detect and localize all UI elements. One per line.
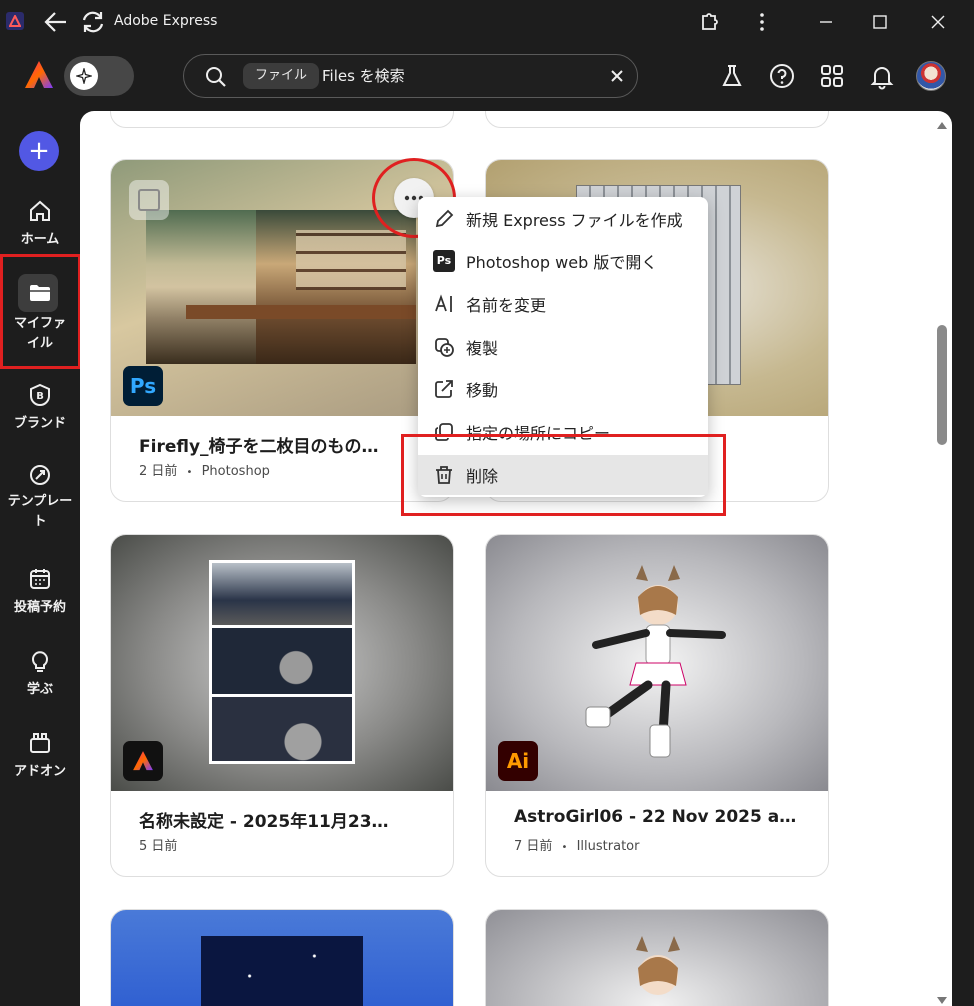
title-bar: Adobe Express — [0, 0, 974, 44]
file-thumbnail — [111, 910, 453, 1006]
sidebar-item-addons[interactable]: アドオン — [0, 730, 80, 779]
sparkle-icon — [70, 62, 98, 90]
photoshop-icon: Ps — [432, 249, 456, 273]
file-title: 名称未設定 - 2025年11月23… — [139, 812, 389, 832]
create-button[interactable]: + — [19, 131, 59, 171]
puzzle-icon[interactable] — [698, 10, 722, 34]
minimize-icon[interactable] — [812, 10, 840, 34]
vertical-dots-icon[interactable] — [750, 10, 774, 34]
template-icon — [27, 462, 53, 488]
sidebar-item-label: 学ぶ — [26, 682, 53, 697]
avatar[interactable] — [916, 61, 946, 91]
file-card[interactable] — [485, 909, 829, 1006]
clear-search-icon[interactable] — [608, 67, 626, 85]
apps-grid-icon[interactable] — [818, 62, 846, 90]
file-title: AstroGirl06 - 22 Nov 2025 a… — [514, 807, 797, 827]
sidebar-item-label: テンプレート — [7, 494, 73, 529]
file-card[interactable]: Ai AstroGirl06 - 22 Nov 2025 a… 7 日前 • I… — [485, 534, 829, 877]
menu-item-rename[interactable]: 名前を変更 — [418, 284, 708, 324]
search-icon — [204, 65, 228, 89]
help-icon[interactable] — [768, 62, 796, 90]
arrow-left-icon[interactable] — [42, 8, 70, 36]
duplicate-icon — [432, 335, 456, 359]
brand-icon: B — [27, 382, 53, 408]
scroll-down-arrow-icon[interactable] — [935, 992, 949, 1004]
search-scope-chip[interactable]: ファイル — [243, 63, 320, 89]
file-meta: 5 日前 — [139, 839, 178, 854]
highlight-frame — [401, 434, 726, 516]
plus-icon: + — [28, 136, 50, 166]
move-icon — [432, 377, 456, 401]
search-input[interactable] — [322, 64, 592, 88]
file-card[interactable]: 名称未設定 - 2025年11月23… 5 日前 — [110, 534, 454, 877]
space-image — [201, 936, 363, 1006]
window-title: Adobe Express — [114, 13, 218, 29]
sidebar-item-label: ブランド — [13, 416, 66, 431]
sidebar-item-learn[interactable]: 学ぶ — [0, 648, 80, 697]
file-meta: 7 日前 • Illustrator — [514, 839, 640, 854]
file-card[interactable] — [110, 909, 454, 1006]
file-title: Firefly_椅子を二枚目のもの… — [139, 437, 379, 457]
select-checkbox[interactable] — [129, 180, 169, 220]
sidebar-item-label: ホーム — [20, 232, 60, 247]
calendar-icon — [27, 566, 53, 592]
menu-item-duplicate[interactable]: 複製 — [418, 327, 708, 367]
menu-item-move[interactable]: 移動 — [418, 369, 708, 409]
sidebar-item-schedule[interactable]: 投稿予約 — [0, 566, 80, 615]
addon-icon — [27, 730, 53, 756]
maximize-icon[interactable] — [866, 10, 894, 34]
photoshop-badge-icon: Ps — [123, 366, 163, 406]
menu-item-create-express[interactable]: 新規 Express ファイルを作成 — [418, 199, 708, 239]
close-icon[interactable] — [924, 10, 952, 34]
sidebar-item-label: 投稿予約 — [13, 600, 66, 615]
refresh-icon[interactable] — [79, 8, 107, 36]
app-icon — [6, 12, 24, 30]
file-card-partial[interactable] — [110, 111, 454, 128]
file-thumbnail — [486, 910, 828, 1006]
bell-icon[interactable] — [868, 62, 896, 90]
highlight-frame — [0, 254, 81, 369]
flask-icon[interactable] — [718, 62, 746, 90]
menu-item-open-photoshop[interactable]: Ps Photoshop web 版で開く — [418, 241, 708, 281]
scroll-up-arrow-icon[interactable] — [935, 116, 949, 129]
file-meta: 2 日前 • Photoshop — [139, 464, 270, 479]
search-bar[interactable]: ファイル — [183, 54, 638, 98]
scrollbar-thumb[interactable] — [937, 325, 947, 445]
sidebar-item-home[interactable]: ホーム — [0, 198, 80, 247]
ai-mode-toggle[interactable] — [64, 56, 134, 96]
sidebar-item-label: アドオン — [13, 764, 66, 779]
pencil-icon — [432, 207, 456, 231]
car-collage-image — [209, 560, 355, 764]
adobe-express-logo[interactable] — [22, 58, 56, 92]
svg-text:B: B — [36, 391, 44, 402]
cafe-image — [146, 210, 416, 364]
file-card-partial[interactable] — [485, 111, 829, 128]
adobe-express-badge-icon — [123, 741, 163, 781]
sidebar-item-templates[interactable]: テンプレート — [0, 462, 80, 532]
rename-icon — [432, 292, 456, 316]
sidebar-item-brand[interactable]: B ブランド — [0, 382, 80, 431]
lightbulb-icon — [27, 648, 53, 674]
illustrator-badge-icon: Ai — [498, 741, 538, 781]
home-icon — [27, 198, 53, 224]
